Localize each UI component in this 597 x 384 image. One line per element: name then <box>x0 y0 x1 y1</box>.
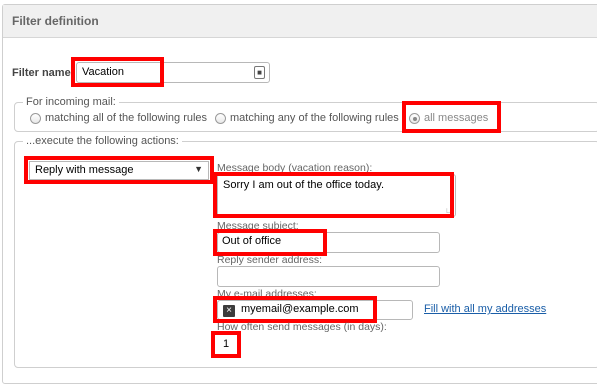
radio-match-all[interactable]: matching all of the following rules <box>30 112 207 124</box>
radio-match-any-control[interactable] <box>215 112 226 124</box>
radio-match-any[interactable]: matching any of the following rules <box>215 112 399 124</box>
panel-header: Filter definition <box>3 5 597 38</box>
message-body-highlight <box>213 172 454 218</box>
filter-name-highlight <box>71 57 164 87</box>
body-label: Message body (vacation reason): <box>217 162 373 174</box>
reply-sender-field[interactable] <box>217 266 440 287</box>
filter-name-label: Filter name: <box>12 67 75 79</box>
action-select-highlight <box>24 156 214 184</box>
all-messages-highlight <box>402 101 501 133</box>
sender-label: Reply sender address: <box>217 254 323 266</box>
often-label: How often send messages (in days): <box>217 321 387 333</box>
radio-match-all-control[interactable] <box>30 112 41 124</box>
radio-match-all-label: matching all of the following rules <box>45 112 208 124</box>
email-addresses-highlight <box>213 296 377 323</box>
actions-legend: ...execute the following actions: <box>23 135 182 147</box>
radio-match-any-label: matching any of the following rules <box>230 112 399 124</box>
message-subject-highlight <box>213 229 327 256</box>
addresses-label: My e-mail addresses: <box>217 288 317 300</box>
contact-card-icon[interactable]: ■ <box>254 66 265 79</box>
incoming-mail-legend: For incoming mail: <box>23 96 119 108</box>
panel-title: Filter definition <box>12 14 99 28</box>
days-interval-highlight <box>211 331 241 358</box>
fill-all-addresses-link[interactable]: Fill with all my addresses <box>424 303 546 315</box>
subject-label: Message subject: <box>217 220 299 232</box>
